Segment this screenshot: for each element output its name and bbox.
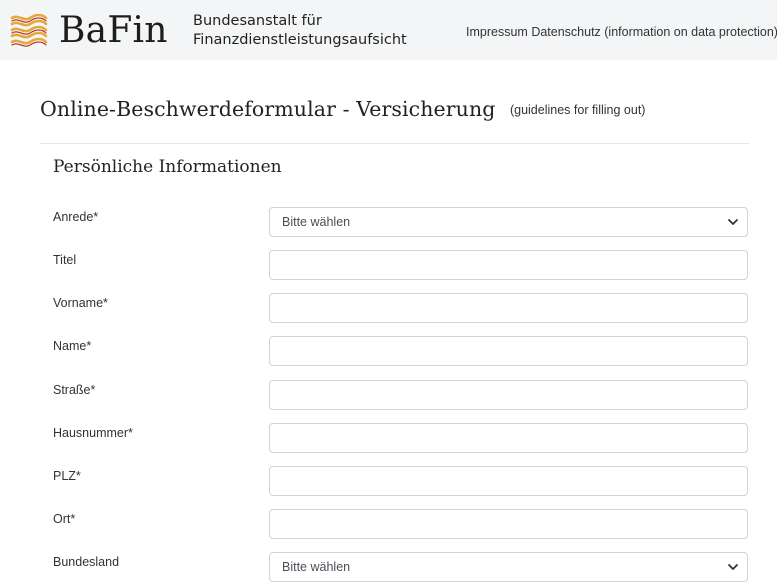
form-row-hausnummer: Hausnummer* (0, 423, 777, 454)
page-title: Online-Beschwerdeformular - Versicherung (40, 97, 496, 121)
titel-input[interactable] (269, 250, 748, 280)
anrede-select[interactable]: Bitte wählen (269, 207, 748, 237)
titel-label: Titel (53, 253, 77, 267)
form-row-plz: PLZ* (0, 466, 777, 497)
form-row-ort: Ort* (0, 509, 777, 540)
impressum-link[interactable]: Impressum (466, 25, 528, 39)
strasse-input[interactable] (269, 380, 748, 410)
ort-input[interactable] (269, 509, 748, 539)
section-title: Persönliche Informationen (53, 157, 282, 177)
bundesland-label: Bundesland (53, 555, 120, 569)
anrede-selected-value: Bitte wählen (282, 215, 351, 229)
site-header: BaFin Bundesanstalt für Finanzdienstleis… (0, 0, 777, 60)
form-row-anrede: Anrede* Bitte wählen (0, 207, 777, 238)
form-row-vorname: Vorname* (0, 293, 777, 324)
chevron-down-icon (728, 564, 738, 570)
bundesland-selected-value: Bitte wählen (282, 560, 351, 574)
name-label: Name* (53, 339, 92, 353)
page-title-row: Online-Beschwerdeformular - Versicherung… (40, 97, 645, 121)
vorname-input[interactable] (269, 293, 748, 323)
ort-label: Ort* (53, 512, 76, 526)
bundesland-select[interactable]: Bitte wählen (269, 552, 748, 582)
plz-label: PLZ* (53, 469, 81, 483)
organization-name: Bundesanstalt für Finanzdienstleistungsa… (193, 12, 407, 50)
form-row-name: Name* (0, 336, 777, 367)
org-name-line2: Finanzdienstleistungsaufsicht (193, 32, 407, 48)
guidelines-link[interactable]: (guidelines for filling out) (510, 103, 646, 117)
top-nav: Impressum Datenschutz (information on da… (466, 24, 777, 40)
strasse-label: Straße* (53, 383, 96, 397)
org-name-line1: Bundesanstalt für (193, 13, 322, 29)
name-input[interactable] (269, 336, 748, 366)
divider (40, 143, 749, 144)
plz-input[interactable] (269, 466, 748, 496)
hausnummer-input[interactable] (269, 423, 748, 453)
datenschutz-link[interactable]: Datenschutz (information on data protect… (531, 25, 777, 39)
bafin-logo-text[interactable]: BaFin (59, 9, 168, 53)
bafin-waves-icon (10, 14, 48, 47)
anrede-label: Anrede* (53, 210, 99, 224)
chevron-down-icon (728, 219, 738, 225)
hausnummer-label: Hausnummer* (53, 426, 133, 440)
form-row-titel: Titel (0, 250, 777, 281)
vorname-label: Vorname* (53, 296, 108, 310)
form-row-strasse: Straße* (0, 380, 777, 411)
form-row-bundesland: Bundesland Bitte wählen (0, 552, 777, 583)
